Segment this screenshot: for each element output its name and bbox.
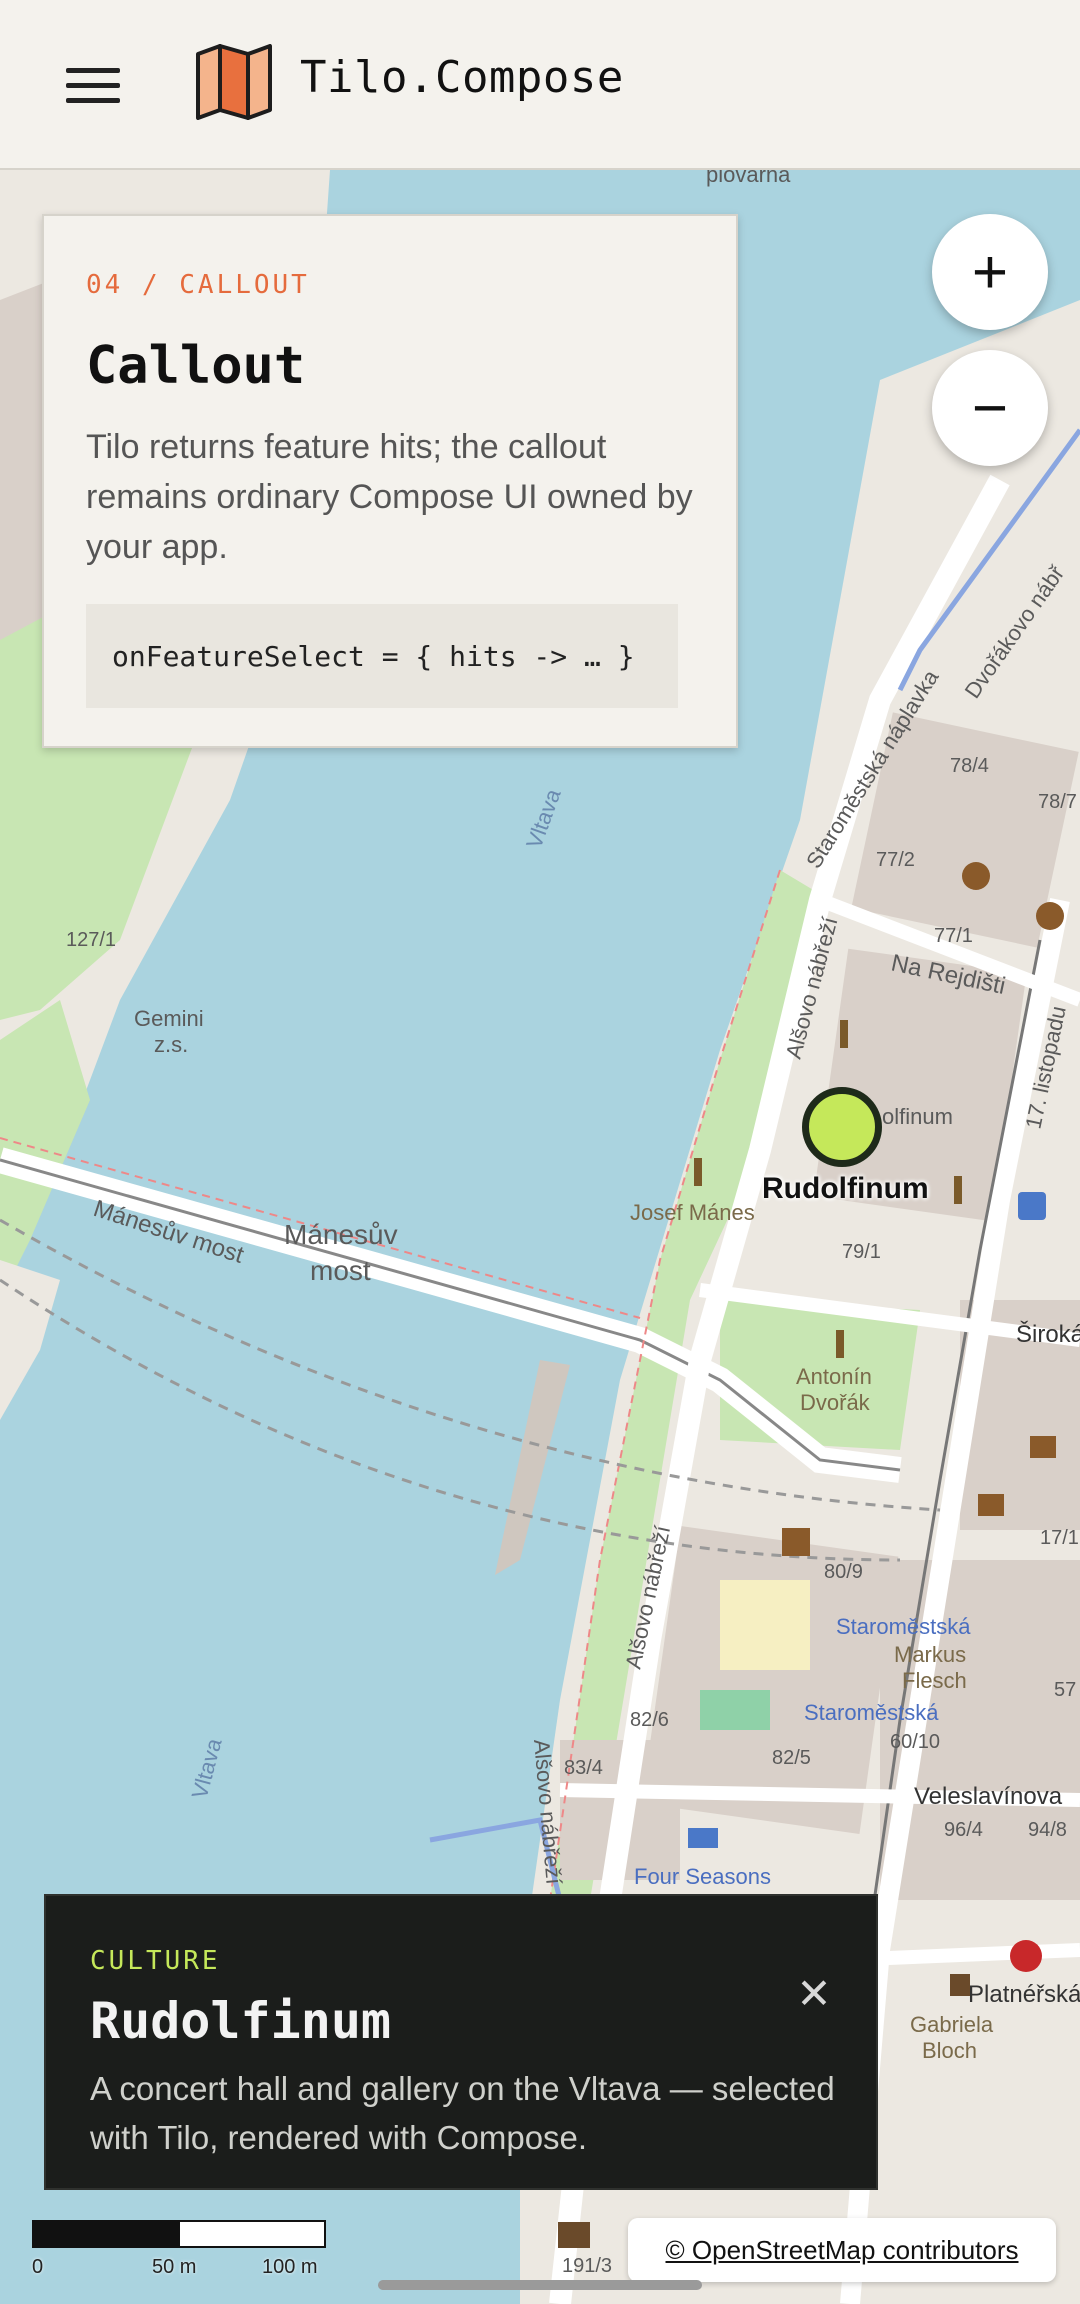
map-label: Gemini bbox=[134, 1006, 204, 1031]
map-label: 82/6 bbox=[630, 1709, 669, 1731]
map-label: Four Seasons bbox=[634, 1864, 771, 1889]
map-label: Markus bbox=[894, 1642, 966, 1667]
map-label: olfinum bbox=[882, 1104, 953, 1129]
map-label: Veleslavínova bbox=[914, 1783, 1063, 1810]
statue-icon bbox=[840, 1020, 848, 1048]
card-body: Tilo returns feature hits; the callout r… bbox=[86, 428, 693, 566]
map-label: z.s. bbox=[154, 1032, 188, 1057]
feature-title: Rudolfinum bbox=[90, 1992, 392, 2050]
map-label: 78/4 bbox=[950, 755, 989, 777]
map-logo-icon bbox=[196, 44, 272, 120]
top-app-bar: Tilo.Compose bbox=[0, 0, 1080, 170]
map-label: 96/4 bbox=[944, 1819, 983, 1841]
map-label: 82/5 bbox=[772, 1747, 811, 1769]
theatre-icon bbox=[1036, 902, 1064, 930]
map-label: 77/1 bbox=[934, 925, 973, 947]
statue-icon bbox=[954, 1176, 962, 1204]
map-label: Staroměstská bbox=[804, 1700, 939, 1725]
zoom-out-button[interactable]: − bbox=[932, 350, 1048, 466]
map-label: Flesch bbox=[902, 1668, 967, 1693]
app-title: Tilo.Compose bbox=[300, 52, 624, 103]
callout-info-card: 04 / CALLOUT Callout Tilo returns featur… bbox=[42, 214, 738, 748]
map-label: Staroměstská bbox=[836, 1614, 971, 1639]
map-label: Dvořák bbox=[800, 1390, 871, 1415]
map-label: Bloch bbox=[922, 2038, 977, 2063]
library-icon bbox=[978, 1494, 1004, 1516]
map-label: most bbox=[310, 1255, 371, 1286]
map-label: 60/10 bbox=[890, 1731, 940, 1753]
marker-label: Rudolfinum bbox=[762, 1172, 929, 1205]
map-label: Mánesův bbox=[284, 1219, 398, 1250]
pharmacy-icon bbox=[1010, 1940, 1042, 1972]
map-label: 94/8 bbox=[1028, 1819, 1067, 1841]
map-label: 78/7 bbox=[1038, 791, 1077, 813]
code-snippet: onFeatureSelect = { hits -> … } bbox=[86, 604, 678, 708]
map-label: 127/1 bbox=[66, 929, 116, 951]
feature-description: A concert hall and gallery on the Vltava… bbox=[90, 2070, 835, 2156]
map-label: plovárna bbox=[706, 170, 791, 187]
map-label: Josef Mánes bbox=[630, 1200, 755, 1225]
map-label: 80/9 bbox=[824, 1561, 863, 1583]
statue-icon bbox=[694, 1158, 702, 1186]
card-eyebrow: 04 / CALLOUT bbox=[86, 270, 310, 300]
museum-icon bbox=[558, 2222, 590, 2248]
map-label: Platnéřská bbox=[968, 1981, 1080, 2008]
map-label: 57 bbox=[1054, 1679, 1076, 1701]
map-label: 77/2 bbox=[876, 849, 915, 871]
theatre-icon bbox=[962, 862, 990, 890]
scale-label: 100 m bbox=[262, 2256, 318, 2278]
card-title: Callout bbox=[86, 336, 306, 396]
map-label: 83/4 bbox=[564, 1757, 603, 1779]
entrance-icon bbox=[950, 1974, 970, 1996]
menu-icon[interactable] bbox=[66, 55, 136, 115]
selected-place-marker[interactable] bbox=[802, 1087, 882, 1167]
feature-category: CULTURE bbox=[90, 1946, 221, 1976]
map-label: 191/3 bbox=[562, 2255, 612, 2277]
map-label: Antonín bbox=[796, 1364, 872, 1389]
bus-stop-icon bbox=[1018, 1192, 1046, 1220]
attribution-link[interactable]: © OpenStreetMap contributors bbox=[628, 2218, 1056, 2282]
map-label: 17/1 bbox=[1040, 1527, 1079, 1549]
map-label: 79/1 bbox=[842, 1241, 881, 1263]
scale-label: 50 m bbox=[152, 2256, 197, 2278]
scale-label: 0 bbox=[32, 2256, 44, 2278]
statue-icon bbox=[836, 1330, 844, 1358]
scale-bar bbox=[32, 2220, 326, 2248]
hotel-icon bbox=[688, 1828, 718, 1848]
zoom-in-button[interactable]: + bbox=[932, 214, 1048, 330]
feature-detail-sheet: CULTURE Rudolfinum A concert hall and ga… bbox=[44, 1894, 878, 2190]
library-icon bbox=[1030, 1436, 1056, 1458]
music-icon bbox=[782, 1528, 810, 1556]
close-icon[interactable]: ✕ bbox=[790, 1970, 838, 2018]
map-label: Široká bbox=[1016, 1320, 1080, 1348]
home-indicator[interactable] bbox=[378, 2280, 702, 2290]
map-label: Gabriela bbox=[910, 2012, 994, 2037]
